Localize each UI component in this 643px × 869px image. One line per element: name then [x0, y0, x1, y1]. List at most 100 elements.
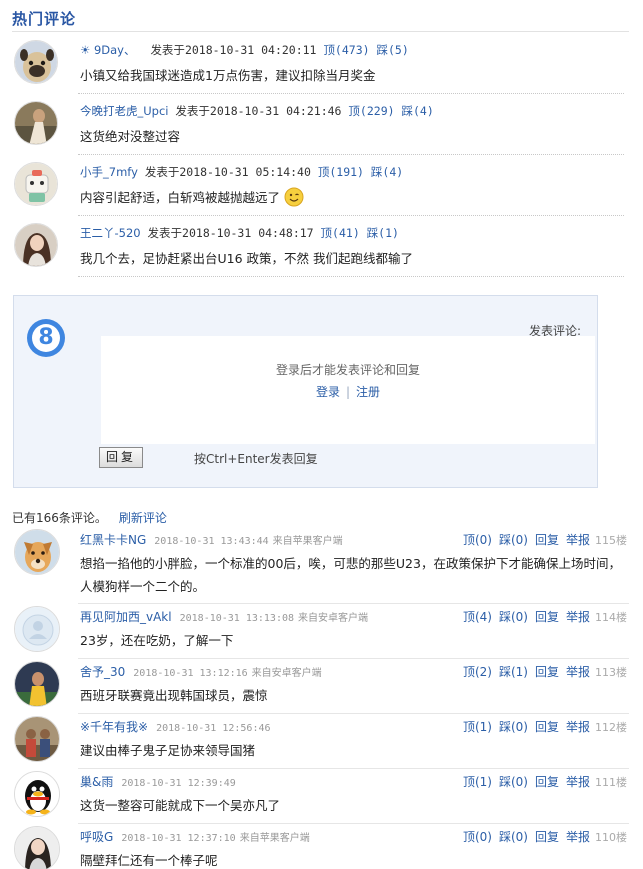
comment-username[interactable]: ☀ 9Day、 — [80, 43, 136, 57]
hot-comment: ☀ 9Day、 发表于2018-10-31 04:20:11 顶(473) 踩(… — [12, 38, 624, 96]
comment-head: 再见阿加西_vAkl 2018-10-31 13:13:08 来自安卓客户端 — [80, 608, 368, 625]
comment-actions: 顶(1) 踩(0) 回复 举报 112楼 — [456, 718, 627, 735]
comment-head: 舍予_30 2018-10-31 13:12:16 来自安卓客户端 — [80, 663, 322, 680]
comment-head: 呼吸G 2018-10-31 12:37:10 来自苹果客户端 — [80, 828, 310, 845]
hot-title-divider — [12, 31, 629, 32]
comment-head: 红黑卡卡NG 2018-10-31 13:43:44 来自苹果客户端 — [80, 531, 343, 548]
report-link[interactable]: 举报 — [566, 665, 590, 679]
upvote-link[interactable]: 顶(4) — [463, 610, 492, 624]
reply-link[interactable]: 回复 — [535, 830, 559, 844]
upvote-link[interactable]: 顶(2) — [463, 665, 492, 679]
report-link[interactable]: 举报 — [566, 830, 590, 844]
comment-item: 再见阿加西_vAkl 2018-10-31 13:13:08 来自安卓客户端 顶(4… — [12, 604, 629, 659]
comment-form: 8 发表评论: 登录后才能发表评论和回复 登录 | 注册 回复 按Ctrl+Ente… — [13, 295, 598, 488]
comment-username[interactable]: 巢&雨 — [80, 775, 113, 789]
downvote-link[interactable]: 踩(1) — [367, 226, 399, 240]
comment-username[interactable]: 再见阿加西_vAkl — [80, 610, 172, 624]
comment-username[interactable]: 呼吸G — [80, 830, 113, 844]
downvote-link[interactable]: 踩(0) — [499, 830, 528, 844]
comment-time: 2018-10-31 04:48:17 — [182, 226, 314, 240]
comment-source: 来自安卓客户端 — [298, 613, 368, 624]
downvote-link[interactable]: 踩(0) — [499, 610, 528, 624]
register-link[interactable]: 注册 — [356, 385, 380, 399]
upvote-link[interactable]: 顶(41) — [321, 226, 360, 240]
downvote-link[interactable]: 踩(0) — [499, 533, 528, 547]
comment-time: 2018-10-31 13:43:44 — [154, 536, 269, 547]
avatar[interactable] — [14, 40, 58, 84]
reply-link[interactable]: 回复 — [535, 665, 559, 679]
comment-text: 小镇又给我国球迷造成1万点伤害，建议扣除当月奖金 — [80, 68, 376, 83]
reply-link[interactable]: 回复 — [535, 610, 559, 624]
hot-comments-title: 热门评论 — [12, 10, 77, 28]
downvote-link[interactable]: 踩(5) — [377, 43, 409, 57]
posted-label: 发表于 — [144, 165, 180, 179]
avatar[interactable] — [14, 101, 58, 145]
avatar[interactable] — [14, 661, 60, 707]
downvote-link[interactable]: 踩(4) — [401, 104, 433, 118]
reply-button[interactable]: 回复 — [99, 447, 143, 468]
downvote-link[interactable]: 踩(4) — [371, 165, 403, 179]
photo-avatar-icon — [15, 717, 59, 761]
login-links: 登录 | 注册 — [101, 383, 595, 400]
downvote-link[interactable]: 踩(1) — [499, 665, 528, 679]
avatar[interactable] — [14, 223, 58, 267]
comment-text-content: 内容引起舒适，白斩鸡被越抛越远了 — [80, 190, 281, 205]
default-avatar-icon — [15, 607, 59, 651]
upvote-link[interactable]: 顶(1) — [463, 720, 492, 734]
report-link[interactable]: 举报 — [566, 533, 590, 547]
comment-actions: 顶(0) 踩(0) 回复 举报 110楼 — [456, 828, 627, 845]
comment-head: 巢&雨 2018-10-31 12:39:49 — [80, 773, 240, 790]
comment-actions: 顶(0) 踩(0) 回复 举报 115楼 — [456, 531, 627, 548]
comment-text: 这货绝对没整过容 — [80, 129, 181, 144]
comment-text: 想掐一掐他的小胖脸，一个标准的00后，唉，可悲的那些U23，在政策保护下才能确保… — [80, 556, 621, 594]
comment-username[interactable]: 舍予_30 — [80, 665, 125, 679]
comment-head: ※千年有我※ 2018-10-31 12:56:46 — [80, 718, 275, 735]
reply-link[interactable]: 回复 — [535, 533, 559, 547]
avatar[interactable] — [14, 529, 60, 575]
report-link[interactable]: 举报 — [566, 610, 590, 624]
hot-comment-meta: ☀ 9Day、 发表于2018-10-31 04:20:11 顶(473) 踩(… — [80, 42, 409, 58]
comment-time: 2018-10-31 04:20:11 — [184, 43, 317, 57]
upvote-link[interactable]: 顶(229) — [348, 104, 394, 118]
posted-label: 发表于 — [147, 226, 183, 240]
comment-username[interactable]: 小手_7mfy — [80, 165, 138, 179]
comment-username[interactable]: 王二丫-520 — [80, 226, 141, 240]
report-link[interactable]: 举报 — [566, 720, 590, 734]
report-link[interactable]: 举报 — [566, 775, 590, 789]
avatar[interactable] — [14, 162, 58, 206]
comment-item: 呼吸G 2018-10-31 12:37:10 来自苹果客户端 顶(0) 踩(0) 回复… — [12, 824, 629, 869]
comment-editor[interactable]: 登录后才能发表评论和回复 登录 | 注册 — [101, 336, 595, 444]
upvote-link[interactable]: 顶(1) — [463, 775, 492, 789]
avatar[interactable] — [14, 771, 60, 817]
upvote-link[interactable]: 顶(0) — [463, 830, 492, 844]
downvote-link[interactable]: 踩(0) — [499, 775, 528, 789]
hot-comment: 小手_7mfy 发表于2018-10-31 05:14:40 顶(191) 踩(… — [12, 160, 624, 218]
comment-username[interactable]: 今晚打老虎_Upci — [80, 104, 168, 118]
upvote-link[interactable]: 顶(0) — [463, 533, 492, 547]
comment-source: 来自苹果客户端 — [272, 536, 343, 547]
avatar[interactable] — [14, 606, 60, 652]
comment-count: 已有166条评论。 — [12, 511, 107, 525]
hot-comment-meta: 王二丫-520 发表于2018-10-31 04:48:17 顶(41) 踩(1… — [80, 225, 399, 241]
login-link[interactable]: 登录 — [316, 385, 340, 399]
floor-number: 112楼 — [595, 721, 627, 734]
downvote-link[interactable]: 踩(0) — [499, 720, 528, 734]
comment-username[interactable]: 红黑卡卡NG — [80, 533, 146, 547]
refresh-comments-link[interactable]: 刷新评论 — [119, 511, 167, 525]
comment-count-bar: 已有166条评论。 刷新评论 — [12, 509, 167, 526]
upvote-link[interactable]: 顶(473) — [323, 43, 369, 57]
photo-avatar-icon — [15, 224, 57, 266]
avatar[interactable] — [14, 716, 60, 762]
upvote-link[interactable]: 顶(191) — [318, 165, 364, 179]
dotted-divider — [78, 215, 624, 216]
photo-avatar-icon — [15, 827, 59, 869]
shortcut-hint: 按Ctrl+Enter发表回复 — [194, 452, 318, 466]
comment-source: 来自苹果客户端 — [239, 833, 310, 844]
dotted-divider — [78, 276, 624, 277]
comment-username[interactable]: ※千年有我※ — [80, 720, 148, 734]
reply-link[interactable]: 回复 — [535, 775, 559, 789]
comment-item: 红黑卡卡NG 2018-10-31 13:43:44 来自苹果客户端 顶(0) 踩(0… — [12, 527, 629, 604]
reply-link[interactable]: 回复 — [535, 720, 559, 734]
avatar[interactable] — [14, 826, 60, 869]
comment-time: 2018-10-31 13:12:16 — [133, 668, 248, 679]
